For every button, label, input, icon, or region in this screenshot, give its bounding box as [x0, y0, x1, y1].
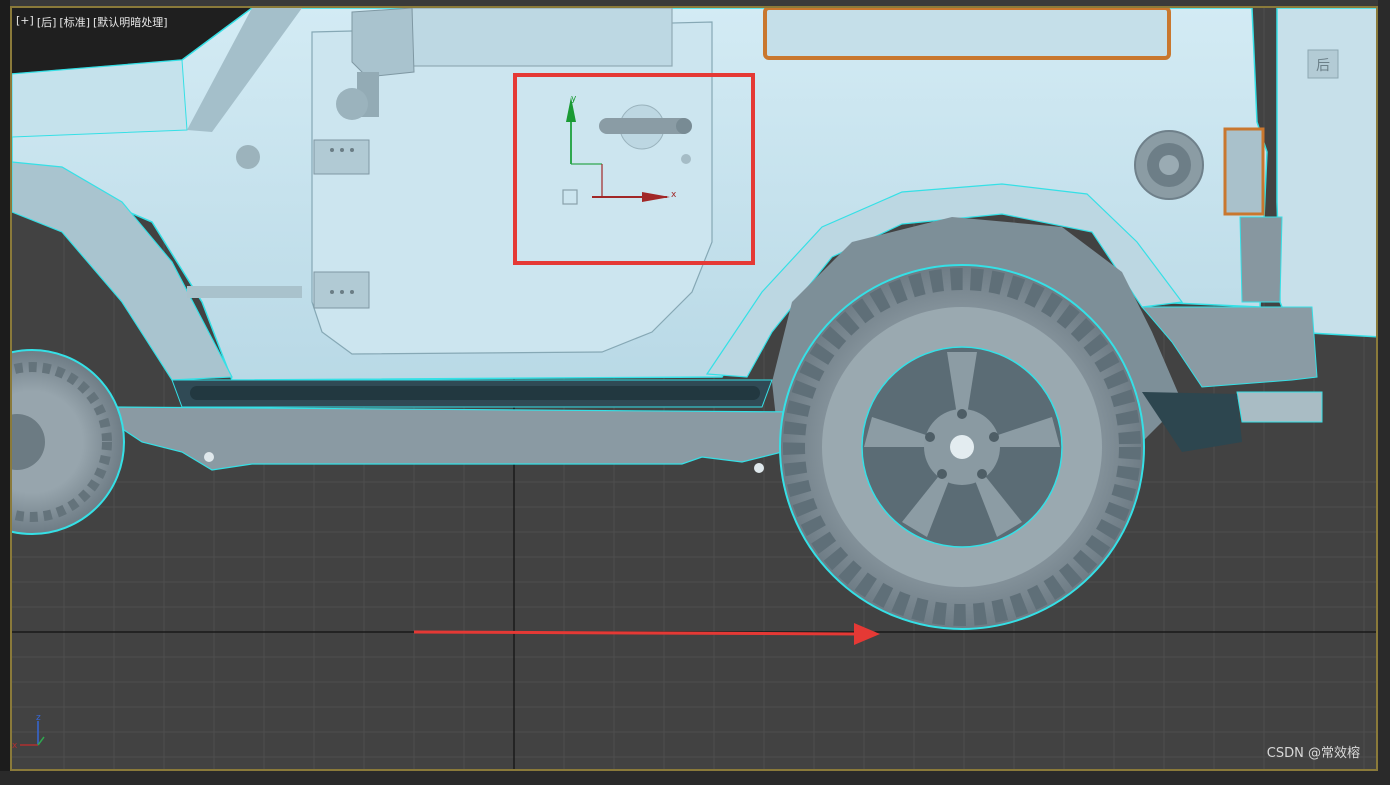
gizmo-x-label: x: [671, 190, 677, 200]
door-hinge-lower: [313, 271, 370, 309]
tripod-x-label: x: [12, 741, 18, 751]
viewport-standard[interactable]: [标准]: [59, 14, 90, 30]
watermark: CSDN @常效榕: [1266, 746, 1360, 761]
fender-badge: [187, 286, 302, 298]
viewport-back[interactable]: [+] [后] [标准] [默认明暗处理] 后 y x z x CSDN @常效…: [10, 6, 1378, 771]
rail-bolt-right: [754, 463, 764, 473]
fender-marker: [236, 145, 260, 169]
viewport-label: [+] [后] [标准] [默认明暗处理]: [16, 14, 168, 30]
mirror-base: [336, 88, 368, 120]
viewport-menu-plus[interactable]: [+]: [16, 14, 34, 30]
car-hood: [12, 59, 188, 138]
side-mirror[interactable]: [351, 8, 415, 78]
left-edge-strip: [0, 0, 10, 785]
rear-label: 后: [1316, 58, 1330, 74]
tripod-z-label: z: [36, 713, 41, 723]
rail-bolt-left: [204, 452, 214, 462]
viewport-shading-mode[interactable]: [默认明暗处理]: [93, 14, 168, 30]
tail-light-selected[interactable]: [1223, 127, 1265, 216]
door-hinge-upper: [313, 139, 370, 175]
viewport-point-of-view[interactable]: [后]: [37, 14, 57, 30]
right-edge-strip: [1378, 0, 1390, 785]
tow-hook: [1239, 216, 1283, 303]
door-window: [411, 8, 673, 67]
bottom-edge-strip: [0, 771, 1390, 785]
axis-tripod: z x: [12, 713, 45, 751]
rear-window-selected[interactable]: [763, 8, 1171, 60]
gizmo-y-label: y: [571, 94, 577, 104]
fuel-cap[interactable]: [1134, 130, 1204, 200]
rocker-slot: [190, 386, 760, 400]
rear-step: [1236, 391, 1323, 423]
rear-wheel[interactable]: [779, 264, 1145, 630]
scene-canvas[interactable]: 后 y x: [12, 8, 1378, 771]
